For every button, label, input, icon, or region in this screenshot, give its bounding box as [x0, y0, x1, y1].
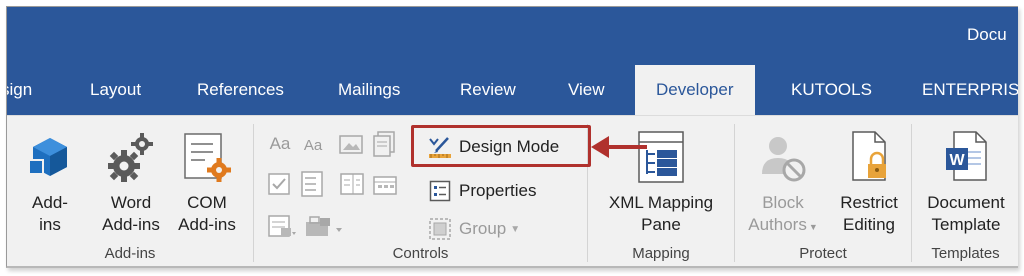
restrict-editing-icon — [852, 131, 886, 181]
chevron-down-icon: ▼ — [510, 223, 521, 235]
protect-group: Block Authors ▼ Restrict Editing Protect — [735, 122, 911, 264]
chevron-down-icon: ▼ — [808, 222, 818, 232]
legacy-tools-icon[interactable] — [267, 214, 297, 240]
tab-review[interactable]: Review — [460, 65, 516, 115]
picture-control-icon[interactable] — [339, 134, 363, 156]
document-template-icon: W — [946, 131, 987, 181]
tab-kutools[interactable]: KUTOOLS — [791, 65, 872, 115]
addins-group-label: Add-ins — [104, 245, 156, 262]
document-title: Docu — [967, 25, 1007, 44]
building-block-icon[interactable] — [372, 131, 396, 157]
addins-button[interactable]: Add-ins — [19, 126, 81, 236]
word-window: Docu sign Layout References Mailings Rev… — [6, 6, 1018, 268]
ribbon-tabs: sign Layout References Mailings Review V… — [7, 65, 1018, 115]
addins-cube-icon — [28, 138, 67, 176]
checkbox-control-icon[interactable] — [267, 172, 291, 196]
tab-enterprise[interactable]: ENTERPRIS — [922, 65, 1018, 115]
restrict-editing-button[interactable]: Restrict Editing — [833, 126, 905, 236]
date-picker-icon[interactable] — [372, 172, 398, 196]
dropdown-list-icon[interactable] — [339, 172, 365, 196]
document-template-button[interactable]: W Document Template — [914, 126, 1018, 236]
annotation-arrow-icon — [591, 136, 647, 158]
block-authors-button[interactable]: Block Authors ▼ — [741, 126, 825, 238]
group-icon — [429, 218, 451, 240]
svg-text:W: W — [949, 152, 965, 169]
templates-group-label: Templates — [931, 245, 1000, 262]
tab-references[interactable]: References — [197, 65, 284, 115]
mapping-group-label: Mapping — [632, 245, 690, 262]
com-addins-button[interactable]: COM Add-ins — [171, 126, 243, 236]
word-addins-button[interactable]: Word Add-ins — [95, 126, 167, 236]
properties-icon — [429, 180, 451, 202]
controls-group-label: Controls — [392, 245, 449, 262]
group-label: Group — [459, 219, 507, 238]
tab-view[interactable]: View — [568, 65, 605, 115]
design-mode-highlight-box — [411, 125, 591, 167]
tab-design[interactable]: sign — [7, 65, 32, 115]
combo-box-icon[interactable] — [300, 170, 324, 198]
title-bar: Docu — [7, 7, 1018, 65]
block-authors-icon — [762, 137, 806, 182]
rich-text-control-icon[interactable]: Aa — [266, 132, 294, 156]
properties-label: Properties — [459, 181, 537, 200]
group-button[interactable]: Group ▼ — [428, 214, 520, 244]
protect-group-label: Protect — [799, 245, 847, 262]
templates-group: W Document Template Templates — [912, 122, 1018, 264]
repeating-section-icon[interactable] — [304, 214, 346, 240]
tab-layout[interactable]: Layout — [90, 65, 141, 115]
properties-button[interactable]: Properties — [428, 176, 536, 206]
com-addins-icon — [184, 133, 231, 182]
addins-group: Add-ins Word Add-ins COM Add-ins Add-ins — [7, 122, 253, 264]
gears-icon — [108, 133, 153, 182]
plain-text-control-icon[interactable]: Aa — [300, 134, 326, 156]
tab-developer[interactable]: Developer — [635, 65, 755, 115]
tab-mailings[interactable]: Mailings — [338, 65, 400, 115]
